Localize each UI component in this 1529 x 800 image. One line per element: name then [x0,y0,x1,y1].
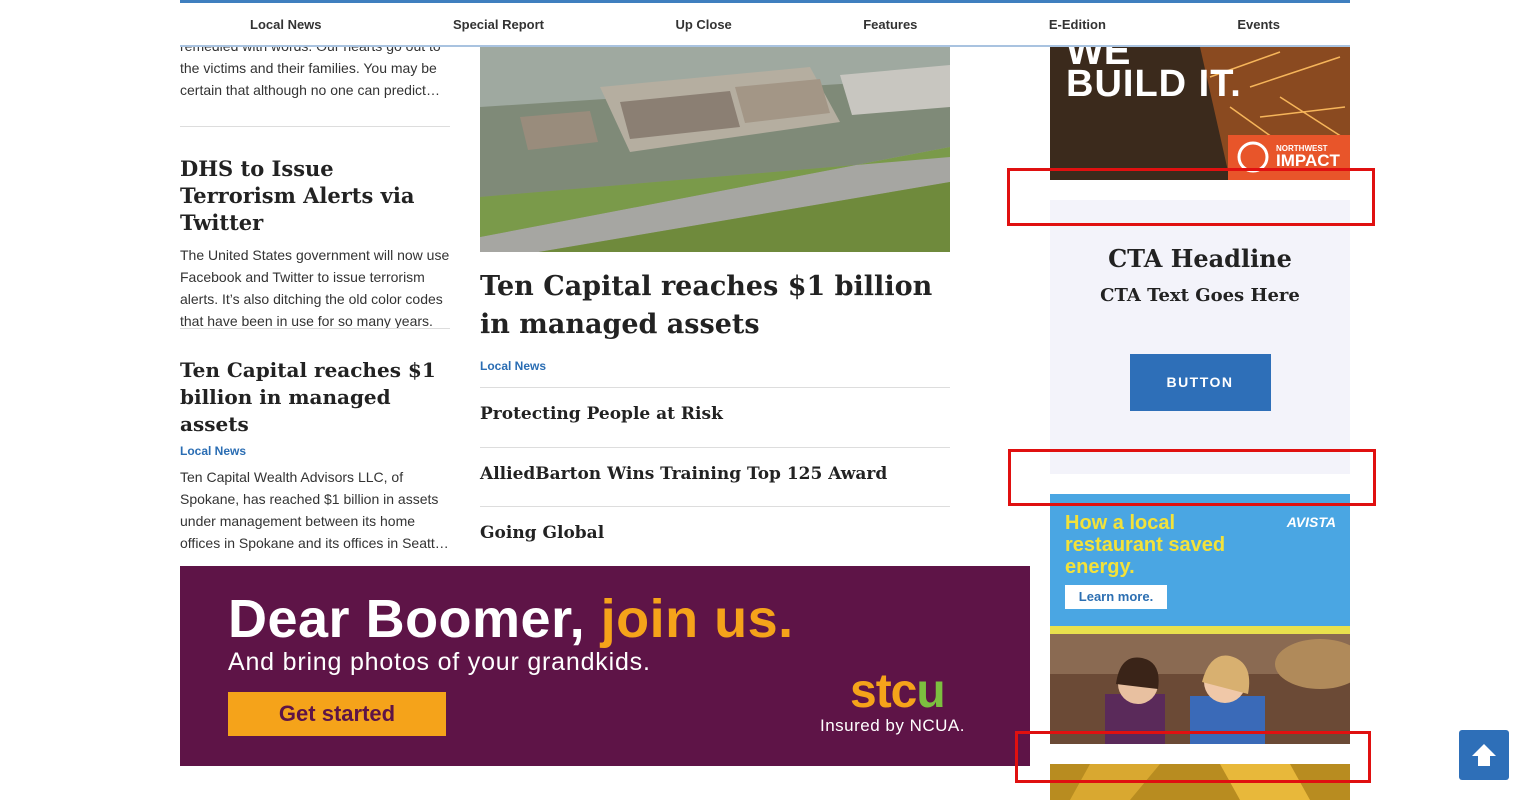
ad-northwest-impact[interactable]: WE BUILD IT. NORTHWEST IMPACT [1050,47,1350,180]
nav-up-close[interactable]: Up Close [675,17,731,32]
main-story-category[interactable]: Local News [480,359,546,373]
category-link[interactable]: Local News [180,444,450,458]
article-card: Ten Capital reaches $1 billion in manage… [180,357,450,554]
top-navigation: Local News Special Report Up Close Featu… [180,0,1350,47]
ad-headline-part1: Dear Boomer, [228,589,586,649]
related-item[interactable]: Protecting People at Risk [480,387,950,424]
cta-box: CTA Headline CTA Text Goes Here BUTTON [1050,200,1350,474]
ad-headline: Dear Boomer, join us. [228,588,794,650]
get-started-button[interactable]: Get started [228,692,446,736]
related-title[interactable]: Going Global [480,507,950,543]
stcu-logo-u: u [916,665,945,718]
ad-subline: And bring photos of your grandkids. [228,648,651,676]
ad-photo [1050,634,1350,744]
related-item[interactable]: Going Global [480,506,950,543]
annotation-box [1015,731,1371,783]
article-excerpt: The United States government will now us… [180,247,450,329]
nav-special-report[interactable]: Special Report [453,17,544,32]
related-title[interactable]: AlliedBarton Wins Training Top 125 Award [480,448,950,484]
cta-button[interactable]: BUTTON [1129,354,1271,411]
divider [180,328,450,329]
nav-local-news[interactable]: Local News [250,17,322,32]
cta-headline: CTA Headline [1108,244,1292,273]
arrow-up-icon [1472,744,1496,766]
ad-avista[interactable]: How a local restaurant saved energy. AVI… [1050,494,1350,744]
ad-headline-part2: join us. [600,589,794,649]
main-story-title[interactable]: Ten Capital reaches $1 billion in manage… [480,268,950,344]
divider [180,126,450,127]
article-excerpt: Ten Capital Wealth Advisors LLC, of Spok… [180,469,449,551]
annotation-box [1007,168,1375,226]
stcu-logo: stcu [850,664,946,719]
related-item[interactable]: AlliedBarton Wins Training Top 125 Award [480,447,950,484]
article-title-ten-capital[interactable]: Ten Capital reaches $1 billion in manage… [180,357,450,438]
ncua-disclaimer: Insured by NCUA. [820,716,965,735]
avista-logo: AVISTA [1286,514,1336,530]
article-title-dhs[interactable]: DHS to Issue Terrorism Alerts via Twitte… [180,155,450,236]
hero-image[interactable] [480,47,950,252]
ad-stripe [1050,626,1350,634]
nav-features[interactable]: Features [863,17,917,32]
nav-e-edition[interactable]: E-Edition [1049,17,1106,32]
annotation-box [1008,449,1376,506]
ad-headline: BUILD IT. [1066,63,1242,105]
stcu-logo-text: stc [850,665,917,718]
article-card: DHS to Issue Terrorism Alerts via Twitte… [180,155,450,332]
ad-headline: How a local restaurant saved energy. [1065,512,1226,578]
related-title[interactable]: Protecting People at Risk [480,388,950,424]
scroll-to-top-button[interactable] [1459,730,1509,780]
cta-text: CTA Text Goes Here [1100,285,1300,306]
nav-events[interactable]: Events [1237,17,1280,32]
ad-stcu[interactable]: Dear Boomer, join us. And bring photos o… [180,566,1030,766]
learn-more-button[interactable]: Learn more. [1065,585,1167,609]
